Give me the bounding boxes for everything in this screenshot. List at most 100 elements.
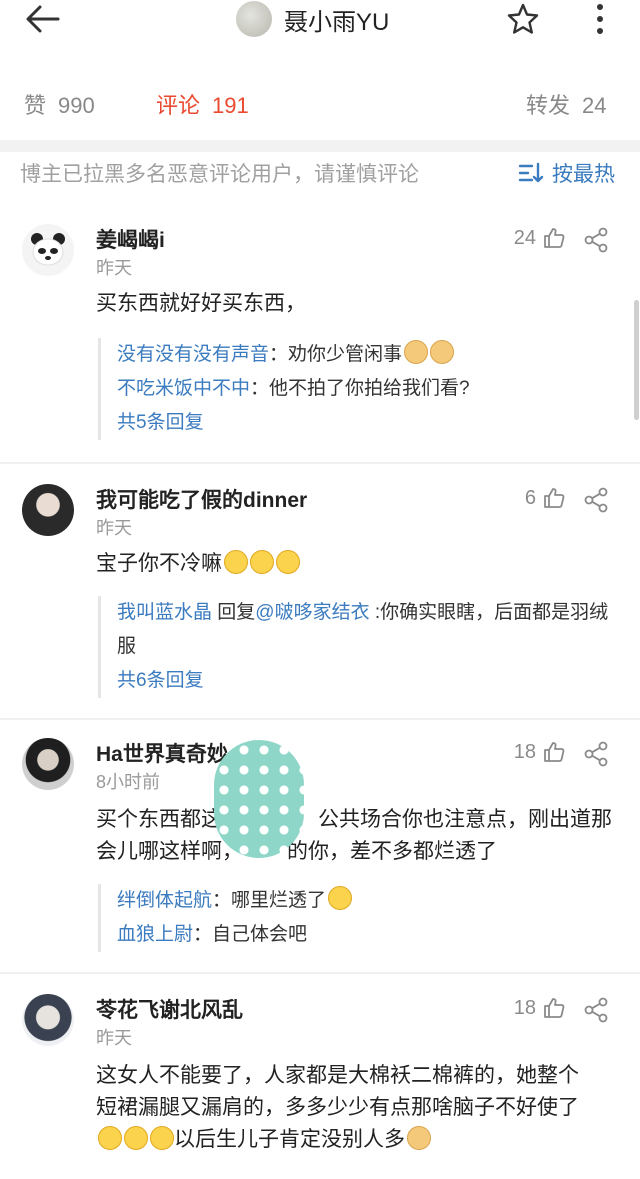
divider bbox=[0, 718, 640, 720]
page-title: 聂小雨YU bbox=[236, 0, 389, 38]
timestamp: 昨天 bbox=[96, 258, 132, 278]
like-count: 24 bbox=[513, 226, 536, 249]
share-icon[interactable] bbox=[582, 486, 610, 514]
doge-emoji-icon bbox=[407, 1126, 431, 1150]
panda-avatar-icon bbox=[31, 233, 65, 266]
reply-thread[interactable]: 我叫蓝水晶 回复@啵哆家结衣 :你确实眼瞎，后面都是羽绒服 共6条回复 bbox=[98, 596, 618, 698]
comment-text-line: 买个东西都这 公共场合你也注意点，刚出道那 bbox=[96, 804, 616, 836]
username[interactable]: 姜嵑嵑i bbox=[96, 224, 165, 254]
reply-separator: ： bbox=[193, 924, 213, 945]
stats-tabs: 赞 990 评论 191 转发 24 bbox=[0, 80, 640, 124]
reply-username[interactable]: 不吃米饭中不中 bbox=[117, 378, 250, 399]
divider bbox=[0, 972, 640, 974]
page-title-text: 聂小雨YU bbox=[284, 8, 390, 36]
comment-text-part: 会儿哪这样啊， bbox=[96, 840, 243, 863]
share-icon[interactable] bbox=[582, 996, 610, 1024]
username[interactable]: 我可能吃了假的dinner bbox=[96, 484, 307, 514]
tear-emoji-icon bbox=[98, 1126, 122, 1150]
comment-text-part: 公共场合你也注意点，刚出道那 bbox=[318, 808, 612, 831]
star-icon[interactable] bbox=[506, 2, 540, 36]
reply-separator: ： bbox=[212, 890, 232, 911]
tab-likes[interactable]: 赞 990 bbox=[24, 88, 95, 120]
reply-item: 不吃米饭中不中：他不拍了你拍给我们看? bbox=[117, 372, 618, 406]
comment-text-line: 这女人不能要了，人家都是大棉袄二棉裤的，她整个 bbox=[96, 1064, 579, 1087]
sort-button[interactable]: 按最热 bbox=[518, 158, 615, 188]
doge-emoji-icon bbox=[404, 340, 429, 364]
view-replies-link[interactable]: 共6条回复 bbox=[117, 664, 618, 698]
more-vertical-icon[interactable] bbox=[592, 2, 608, 36]
comment-text: 宝子你不冷嘛 bbox=[96, 548, 616, 580]
reply-item: 没有没有没有声音：劝你少管闲事 bbox=[117, 338, 618, 372]
timestamp: 昨天 bbox=[96, 518, 132, 538]
comment-text-part: 的你，差不多都烂透了 bbox=[287, 840, 497, 863]
username[interactable]: Ha世界真奇妙 bbox=[96, 738, 228, 768]
avatar[interactable] bbox=[236, 1, 272, 37]
like-count: 18 bbox=[513, 996, 536, 1019]
sweat-emoji-icon bbox=[328, 886, 353, 910]
avatar[interactable] bbox=[22, 484, 74, 536]
reply-username[interactable]: 绊倒体起航 bbox=[117, 890, 212, 911]
avatar[interactable] bbox=[22, 994, 74, 1046]
scrollbar[interactable] bbox=[634, 300, 639, 420]
tab-comments[interactable]: 评论 191 bbox=[156, 88, 249, 120]
tear-emoji-icon bbox=[124, 1126, 148, 1150]
comment-text: 这女人不能要了，人家都是大棉袄二棉裤的，她整个 短裙漏腿又漏肩的，多多少少有点那… bbox=[96, 1060, 616, 1156]
top-bar: 聂小雨YU bbox=[0, 0, 640, 40]
reply-separator: : bbox=[369, 602, 381, 623]
tab-reposts-label: 转发 bbox=[526, 93, 571, 118]
like-count: 6 bbox=[524, 486, 536, 509]
thumbs-up-icon bbox=[544, 742, 565, 762]
tab-likes-label: 赞 bbox=[24, 93, 47, 118]
shiver-emoji-icon bbox=[224, 550, 248, 574]
comment-text-part: 买个东西都这 bbox=[96, 808, 222, 831]
mentioned-username[interactable]: @啵哆家结衣 bbox=[255, 602, 369, 623]
tab-comments-count: 191 bbox=[212, 93, 249, 118]
privacy-sticker-overlay bbox=[214, 740, 304, 858]
reply-item: 绊倒体起航：哪里烂透了 bbox=[117, 884, 618, 918]
thumbs-up-icon bbox=[544, 228, 565, 248]
reply-username[interactable]: 我叫蓝水晶 bbox=[117, 602, 212, 623]
comment-text: 买东西就好好买东西， bbox=[96, 292, 306, 315]
divider bbox=[0, 140, 640, 152]
tab-reposts-count: 24 bbox=[582, 93, 607, 118]
like-button[interactable]: 18 bbox=[514, 740, 566, 764]
comment-text-part: 以后生儿子肯定没别人多 bbox=[174, 1128, 405, 1151]
view-replies-link[interactable]: 共5条回复 bbox=[117, 406, 618, 440]
username[interactable]: 苓花飞谢北风乱 bbox=[96, 994, 243, 1024]
reply-username[interactable]: 没有没有没有声音 bbox=[117, 344, 269, 365]
thumbs-up-icon bbox=[544, 998, 565, 1018]
reply-text: 哪里烂透了 bbox=[231, 890, 327, 911]
timestamp: 8小时前 bbox=[96, 772, 161, 792]
reply-separator: ： bbox=[269, 344, 289, 365]
comment-text-line: 会儿哪这样啊， 的你，差不多都烂透了 bbox=[96, 836, 616, 868]
reply-separator: ： bbox=[250, 378, 270, 399]
comment-text: 买个东西都这 公共场合你也注意点，刚出道那 会儿哪这样啊， 的你，差不多都烂透了 bbox=[96, 804, 616, 868]
reply-item: 血狼上尉：自己体会吧 bbox=[117, 918, 618, 952]
tab-reposts[interactable]: 转发 24 bbox=[526, 88, 607, 120]
shiver-emoji-icon bbox=[250, 550, 274, 574]
avatar[interactable] bbox=[22, 738, 74, 790]
like-button[interactable]: 6 bbox=[525, 486, 566, 510]
comment-text-line: 以后生儿子肯定没别人多 bbox=[96, 1124, 616, 1156]
reply-text: 他不拍了你拍给我们看? bbox=[269, 378, 470, 399]
avatar[interactable] bbox=[22, 224, 74, 276]
comment-text-line: 短裙漏腿又漏肩的，多多少少有点那啥脑子不好使了 bbox=[96, 1096, 579, 1119]
reply-action: 回复 bbox=[212, 602, 256, 623]
shiver-emoji-icon bbox=[276, 550, 300, 574]
sort-label: 按最热 bbox=[552, 163, 615, 186]
reply-text: 自己体会吧 bbox=[212, 924, 308, 945]
reply-item: 我叫蓝水晶 回复@啵哆家结衣 :你确实眼瞎，后面都是羽绒服 bbox=[117, 596, 618, 664]
reply-thread[interactable]: 没有没有没有声音：劝你少管闲事 不吃米饭中不中：他不拍了你拍给我们看? 共5条回… bbox=[98, 338, 618, 440]
like-button[interactable]: 24 bbox=[514, 226, 566, 250]
thumbs-up-icon bbox=[544, 488, 565, 508]
arrow-left-icon[interactable] bbox=[24, 2, 64, 36]
share-icon[interactable] bbox=[582, 226, 610, 254]
reply-thread[interactable]: 绊倒体起航：哪里烂透了 血狼上尉：自己体会吧 bbox=[98, 884, 618, 952]
comment-item: 苓花飞谢北风乱 昨天 18 这女人不能要了，人家都是大棉袄二棉裤的，她整个 短裙… bbox=[0, 994, 640, 1179]
share-icon[interactable] bbox=[582, 740, 610, 768]
comment-text-content: 宝子你不冷嘛 bbox=[96, 552, 222, 575]
reply-username[interactable]: 血狼上尉 bbox=[117, 924, 193, 945]
like-button[interactable]: 18 bbox=[514, 996, 566, 1020]
divider bbox=[0, 462, 640, 464]
tab-comments-label: 评论 bbox=[156, 93, 201, 118]
